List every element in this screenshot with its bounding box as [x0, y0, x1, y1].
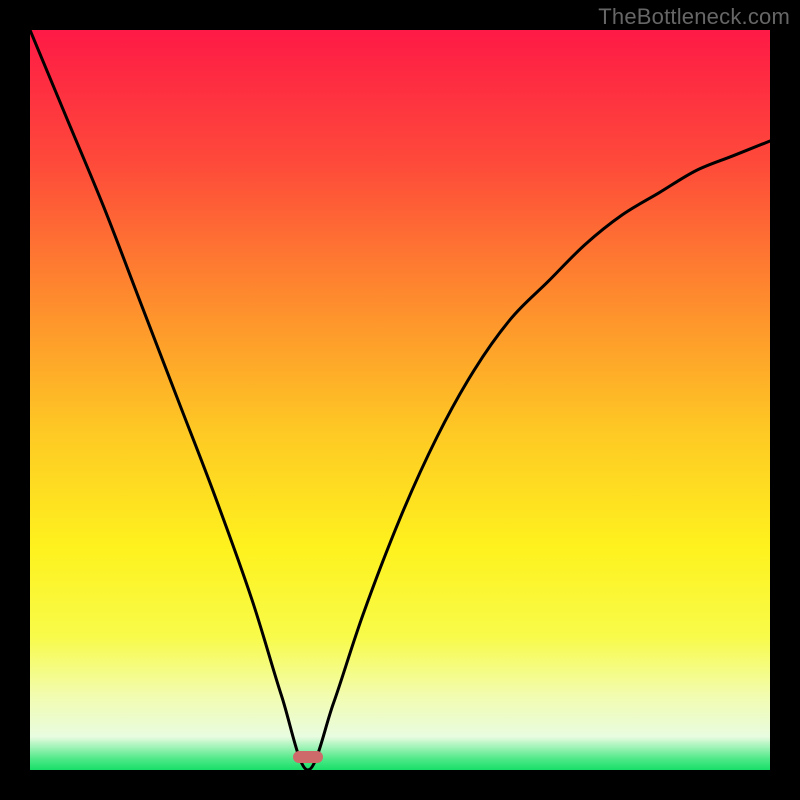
plot-frame: [30, 30, 770, 770]
watermark-text: TheBottleneck.com: [598, 4, 790, 30]
bottleneck-curve: [30, 30, 770, 770]
optimal-marker: [293, 751, 323, 763]
